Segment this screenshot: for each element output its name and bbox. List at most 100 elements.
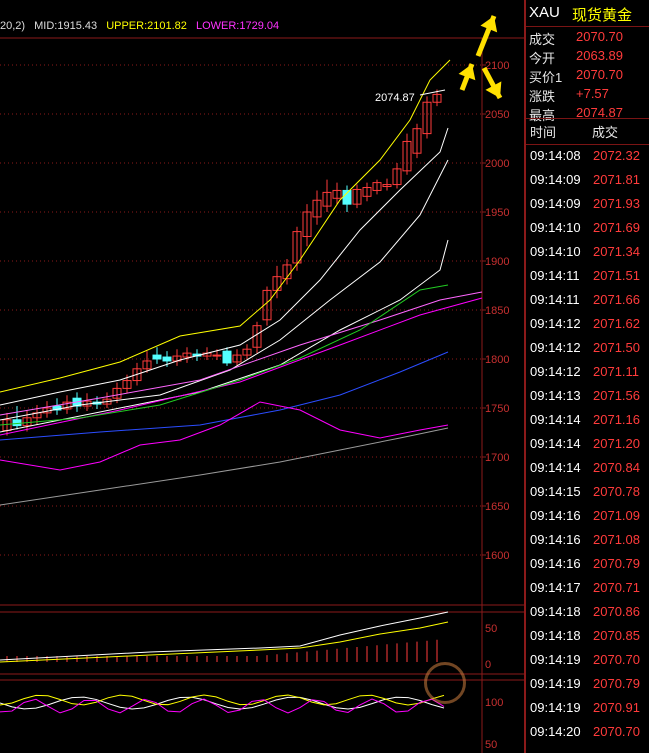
ticks-price-header: 成交 — [592, 125, 619, 140]
quote-value: 2070.70 — [576, 67, 623, 82]
tick-price: 2071.93 — [593, 196, 640, 211]
tick-time: 09:14:10 — [530, 244, 581, 259]
tick-time: 09:14:11 — [530, 292, 580, 307]
y-tick-label: 1950 — [485, 207, 509, 219]
quote-value: 2063.89 — [576, 48, 623, 63]
tick-row: 09:14:08 2072.32 — [526, 145, 649, 169]
y-tick-label: 1600 — [485, 550, 509, 562]
tick-time: 09:14:14 — [530, 412, 581, 427]
y-tick-label: 2050 — [485, 109, 509, 121]
tick-list[interactable]: 09:14:08 2072.32 09:14:09 2071.81 09:14:09 20… — [526, 145, 649, 745]
tick-row: 09:14:14 2071.16 — [526, 409, 649, 433]
quote-header: XAU 现货黄金 — [526, 0, 649, 27]
tick-price: 2070.71 — [593, 580, 640, 595]
tick-price: 2071.08 — [593, 532, 640, 547]
tick-time: 09:14:19 — [530, 700, 581, 715]
tick-time: 09:14:12 — [530, 364, 581, 379]
tick-row: 09:14:16 2071.09 — [526, 505, 649, 529]
tick-row: 09:14:18 2070.86 — [526, 601, 649, 625]
quote-value: +7.57 — [576, 86, 609, 101]
tick-time: 09:14:09 — [530, 172, 581, 187]
y-tick-label: 1650 — [485, 501, 509, 513]
tick-time: 09:14:12 — [530, 316, 581, 331]
sub1-axis-label: 50 — [485, 623, 497, 635]
tick-time: 09:14:08 — [530, 148, 581, 163]
y-tick-label: 1800 — [485, 354, 509, 366]
tick-row: 09:14:15 2070.78 — [526, 481, 649, 505]
indicator-header: 20,2) MID:1915.43 UPPER:2101.82 LOWER:17… — [0, 20, 285, 32]
tick-row: 09:14:19 2070.70 — [526, 649, 649, 673]
y-tick-label: 2000 — [485, 158, 509, 170]
tick-price: 2071.51 — [593, 268, 640, 283]
ticks-time-header: 时间 — [530, 125, 557, 140]
tick-row: 09:14:16 2070.79 — [526, 553, 649, 577]
candle-body — [12, 419, 22, 427]
tick-price: 2071.50 — [593, 340, 640, 355]
boll-upper-label: UPPER:2101.82 — [106, 20, 187, 32]
quote-row-open: 今开 2063.89 — [526, 46, 649, 66]
tick-time: 09:14:11 — [530, 268, 580, 283]
tick-time: 09:14:14 — [530, 436, 581, 451]
tick-row: 09:14:16 2071.08 — [526, 529, 649, 553]
tick-price: 2070.79 — [593, 676, 640, 691]
tick-price: 2070.84 — [593, 460, 640, 475]
ma-magenta-line — [0, 297, 483, 436]
tick-row: 09:14:14 2070.84 — [526, 457, 649, 481]
tick-price: 2070.86 — [593, 604, 640, 619]
boll-upper-line — [0, 59, 451, 393]
tick-row: 09:14:10 2071.69 — [526, 217, 649, 241]
candle-body — [222, 350, 232, 364]
sub1-axis-label: 0 — [485, 659, 491, 671]
tick-row: 09:14:13 2071.56 — [526, 385, 649, 409]
tick-price: 2071.69 — [593, 220, 640, 235]
tick-row: 09:14:12 2071.50 — [526, 337, 649, 361]
tick-price: 2071.62 — [593, 316, 640, 331]
tick-time: 09:14:16 — [530, 532, 581, 547]
ma-gray-line — [0, 427, 449, 506]
sub1-white-line — [0, 611, 449, 661]
tick-time: 09:14:18 — [530, 628, 581, 643]
tick-price: 2071.16 — [593, 412, 640, 427]
tick-row: 09:14:20 2070.70 — [526, 721, 649, 745]
boll-mid-line — [0, 127, 449, 406]
tick-row: 09:14:09 2071.81 — [526, 169, 649, 193]
candle-body — [212, 354, 222, 357]
tick-time: 09:14:19 — [530, 676, 581, 691]
ma-white-line — [0, 159, 449, 421]
symbol: XAU — [529, 4, 560, 21]
tick-price: 2070.91 — [593, 700, 640, 715]
tick-time: 09:14:10 — [530, 220, 581, 235]
tick-time: 09:14:18 — [530, 604, 581, 619]
tick-price: 2070.85 — [593, 628, 640, 643]
y-tick-label: 2100 — [485, 60, 509, 72]
tick-price: 2071.20 — [593, 436, 640, 451]
tick-price: 2070.78 — [593, 484, 640, 499]
quote-row-change: 涨跌 +7.57 — [526, 84, 649, 104]
candle-body — [152, 354, 162, 360]
tick-time: 09:14:16 — [530, 508, 581, 523]
quote-summary: 成交 2070.70 今开 2063.89 买价1 2070.70 涨跌 +7.… — [526, 27, 649, 123]
y-tick-label: 1700 — [485, 452, 509, 464]
tick-price: 2070.70 — [593, 724, 640, 739]
instrument-name: 现货黄金 — [572, 7, 633, 24]
sub2-axis-label: 100 — [485, 697, 503, 709]
tick-price: 2071.56 — [593, 388, 640, 403]
sub2-axis-label: 50 — [485, 739, 497, 751]
kline-chart[interactable]: 2100 2050 2000 1950 1900 1850 1800 1750 1700 1650… — [0, 0, 526, 753]
tick-time: 09:14:15 — [530, 484, 581, 499]
tick-price: 2071.66 — [593, 292, 640, 307]
tick-row: 09:14:18 2070.85 — [526, 625, 649, 649]
tick-row: 09:14:11 2071.51 — [526, 265, 649, 289]
tick-time: 09:14:12 — [530, 340, 581, 355]
tick-row: 09:14:09 2071.93 — [526, 193, 649, 217]
tick-row: 09:14:12 2071.11 — [526, 361, 649, 385]
boll-mid-label: MID:1915.43 — [34, 20, 98, 32]
tick-price: 2070.79 — [593, 556, 640, 571]
tick-time: 09:14:09 — [530, 196, 581, 211]
tick-price: 2071.11 — [593, 364, 640, 379]
tick-row: 09:14:12 2071.62 — [526, 313, 649, 337]
boll-lower-label: LOWER:1729.04 — [195, 20, 280, 32]
candle-body — [162, 356, 172, 362]
tick-price: 2071.34 — [593, 244, 640, 259]
y-tick-label: 1900 — [485, 256, 509, 268]
